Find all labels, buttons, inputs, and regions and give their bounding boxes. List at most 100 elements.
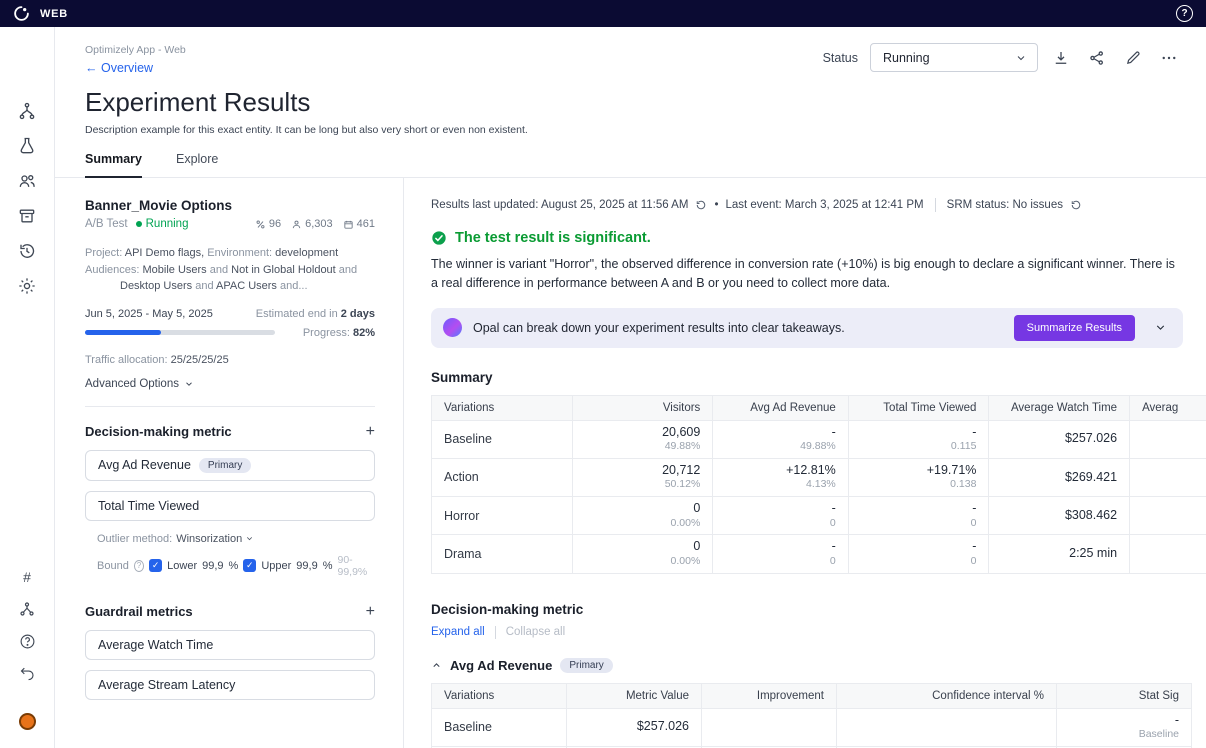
chevron-up-icon: [431, 660, 442, 671]
download-icon: [1052, 49, 1070, 67]
expand-all-link[interactable]: Expand all: [431, 626, 485, 638]
sidebar-item-help[interactable]: [19, 633, 36, 650]
refresh-icon[interactable]: [695, 199, 707, 211]
add-guardrail-metric-button[interactable]: +: [366, 604, 375, 620]
table-row-action: Action 20,71250.12% +12.81%4.13% +19.71%…: [432, 458, 1206, 496]
divider: [935, 198, 936, 212]
sidebar-item-projects[interactable]: [17, 206, 37, 226]
ellipsis-icon: [1160, 49, 1178, 67]
optimizely-logo-icon[interactable]: [13, 5, 30, 22]
status-controls: Status Running: [823, 43, 1182, 72]
top-bar: WEB ?: [0, 0, 1206, 27]
summary-table-header: Variations Visitors Avg Ad Revenue Total…: [432, 395, 1206, 420]
visitors-stat: 6,303: [291, 218, 333, 230]
estimated-end: Estimated end in 2 days: [256, 308, 375, 320]
lower-bound-checkbox[interactable]: ✓: [149, 559, 162, 572]
audiences-line: Audiences: Mobile Users and Not in Globa…: [85, 262, 375, 295]
share-icon: [1088, 49, 1106, 67]
bound-range-hint: 90-99,9%: [338, 554, 376, 578]
sidebar-item-hash[interactable]: #: [23, 569, 31, 585]
primary-badge: Primary: [560, 658, 612, 673]
status-label: Status: [823, 51, 858, 65]
sidebar-item-settings[interactable]: [17, 276, 37, 296]
chevron-down-icon[interactable]: [1146, 321, 1175, 334]
tab-bar: Summary Explore: [55, 152, 1206, 178]
results-panel: Results last updated: August 25, 2025 at…: [403, 178, 1206, 748]
check-circle-icon: [431, 230, 447, 246]
help-icon[interactable]: ?: [1176, 5, 1193, 22]
download-button[interactable]: [1048, 45, 1074, 71]
edit-button[interactable]: [1120, 45, 1146, 71]
status-value: Running: [883, 51, 930, 65]
upper-bound-checkbox[interactable]: ✓: [243, 559, 256, 572]
opal-logo-icon: [443, 318, 462, 337]
upper-bound-value[interactable]: 99,9: [296, 560, 317, 572]
share-button[interactable]: [1084, 45, 1110, 71]
decision-metric-section-title: Decision-making metric: [431, 602, 1206, 617]
flags-branch-icon: [17, 101, 37, 121]
significance-body: The winner is variant "Horror", the obse…: [431, 255, 1183, 293]
guardrail-metrics-header: Guardrail metrics: [85, 604, 193, 619]
sidebar-item-history[interactable]: [17, 241, 37, 261]
archive-icon: [17, 206, 37, 226]
last-event-text: Last event: March 3, 2025 at 12:41 PM: [725, 199, 923, 211]
flask-icon: [17, 136, 37, 156]
metric-card-avg-ad-revenue[interactable]: Avg Ad Revenue Primary: [85, 450, 375, 481]
chevron-down-icon: [184, 379, 194, 389]
metric-card-average-stream-latency[interactable]: Average Stream Latency: [85, 670, 375, 700]
decision-metric-header: Decision-making metric: [85, 424, 232, 439]
back-overview-link[interactable]: ← Overview: [85, 61, 153, 75]
summary-section-title: Summary: [431, 370, 1206, 385]
progress-label: Progress: 82%: [303, 327, 375, 339]
more-button[interactable]: [1156, 45, 1182, 71]
bound-label: Bound: [97, 560, 129, 572]
progress-bar: [85, 330, 275, 335]
undo-icon: [19, 665, 36, 682]
chevron-down-icon: [245, 534, 254, 543]
metric-card-average-watch-time[interactable]: Average Watch Time: [85, 630, 375, 660]
table-row-horror: Horror 00.00% -0 -0 $308.462: [432, 497, 1206, 535]
experiment-state: Running: [146, 218, 189, 230]
srm-refresh-icon[interactable]: [1070, 199, 1082, 211]
date-range: Jun 5, 2025 - May 5, 2025: [85, 308, 213, 320]
add-decision-metric-button[interactable]: +: [366, 424, 375, 440]
divider: [495, 626, 496, 639]
sidebar-item-audiences[interactable]: [17, 171, 37, 191]
outlier-method-dropdown[interactable]: Winsorization: [176, 533, 254, 545]
status-dropdown[interactable]: Running: [870, 43, 1038, 72]
days-stat: 461: [343, 218, 375, 230]
summary-table: Variations Visitors Avg Ad Revenue Total…: [431, 395, 1206, 574]
traffic-stat: 96: [255, 218, 281, 230]
sidebar: #: [0, 27, 55, 748]
lower-bound-value[interactable]: 99,9: [202, 560, 223, 572]
results-updated-text: Results last updated: August 25, 2025 at…: [431, 199, 688, 211]
table-row-baseline: Baseline 20,60949.88% -49.88% -0.115 $25…: [432, 420, 1206, 458]
user-avatar[interactable]: [19, 713, 36, 730]
metric-card-total-time-viewed[interactable]: Total Time Viewed: [85, 491, 375, 521]
significance-title: The test result is significant.: [455, 230, 651, 246]
metric-section-name: Avg Ad Revenue: [450, 658, 552, 673]
metric-table-header: Variations Metric Value Improvement Conf…: [432, 683, 1192, 708]
percent-icon: [255, 219, 266, 230]
advanced-options-toggle[interactable]: Advanced Options: [85, 378, 375, 390]
sidebar-item-integrations[interactable]: [18, 600, 36, 618]
primary-badge: Primary: [199, 458, 251, 473]
sidebar-item-flags[interactable]: [17, 101, 37, 121]
tab-explore[interactable]: Explore: [176, 152, 218, 177]
sidebar-item-undo[interactable]: [19, 665, 36, 682]
nodes-icon: [18, 600, 36, 618]
info-icon[interactable]: ?: [134, 560, 144, 572]
summarize-results-button[interactable]: Summarize Results: [1014, 315, 1135, 341]
outlier-settings: Outlier method: Winsorization Bound ? ✓ …: [85, 533, 375, 578]
sidebar-item-experiments[interactable]: [17, 136, 37, 156]
tab-summary[interactable]: Summary: [85, 152, 142, 178]
collapse-all-link[interactable]: Collapse all: [506, 626, 565, 638]
running-status-dot: [136, 221, 142, 227]
brand-label: WEB: [40, 8, 68, 20]
person-icon: [291, 219, 302, 230]
chevron-down-icon: [1015, 52, 1027, 64]
help-circle-icon: [19, 633, 36, 650]
metric-section-toggle[interactable]: Avg Ad Revenue Primary: [431, 658, 1206, 673]
traffic-allocation: Traffic allocation: 25/25/25/25: [85, 354, 375, 366]
decision-metric-table: Variations Metric Value Improvement Conf…: [431, 683, 1192, 748]
